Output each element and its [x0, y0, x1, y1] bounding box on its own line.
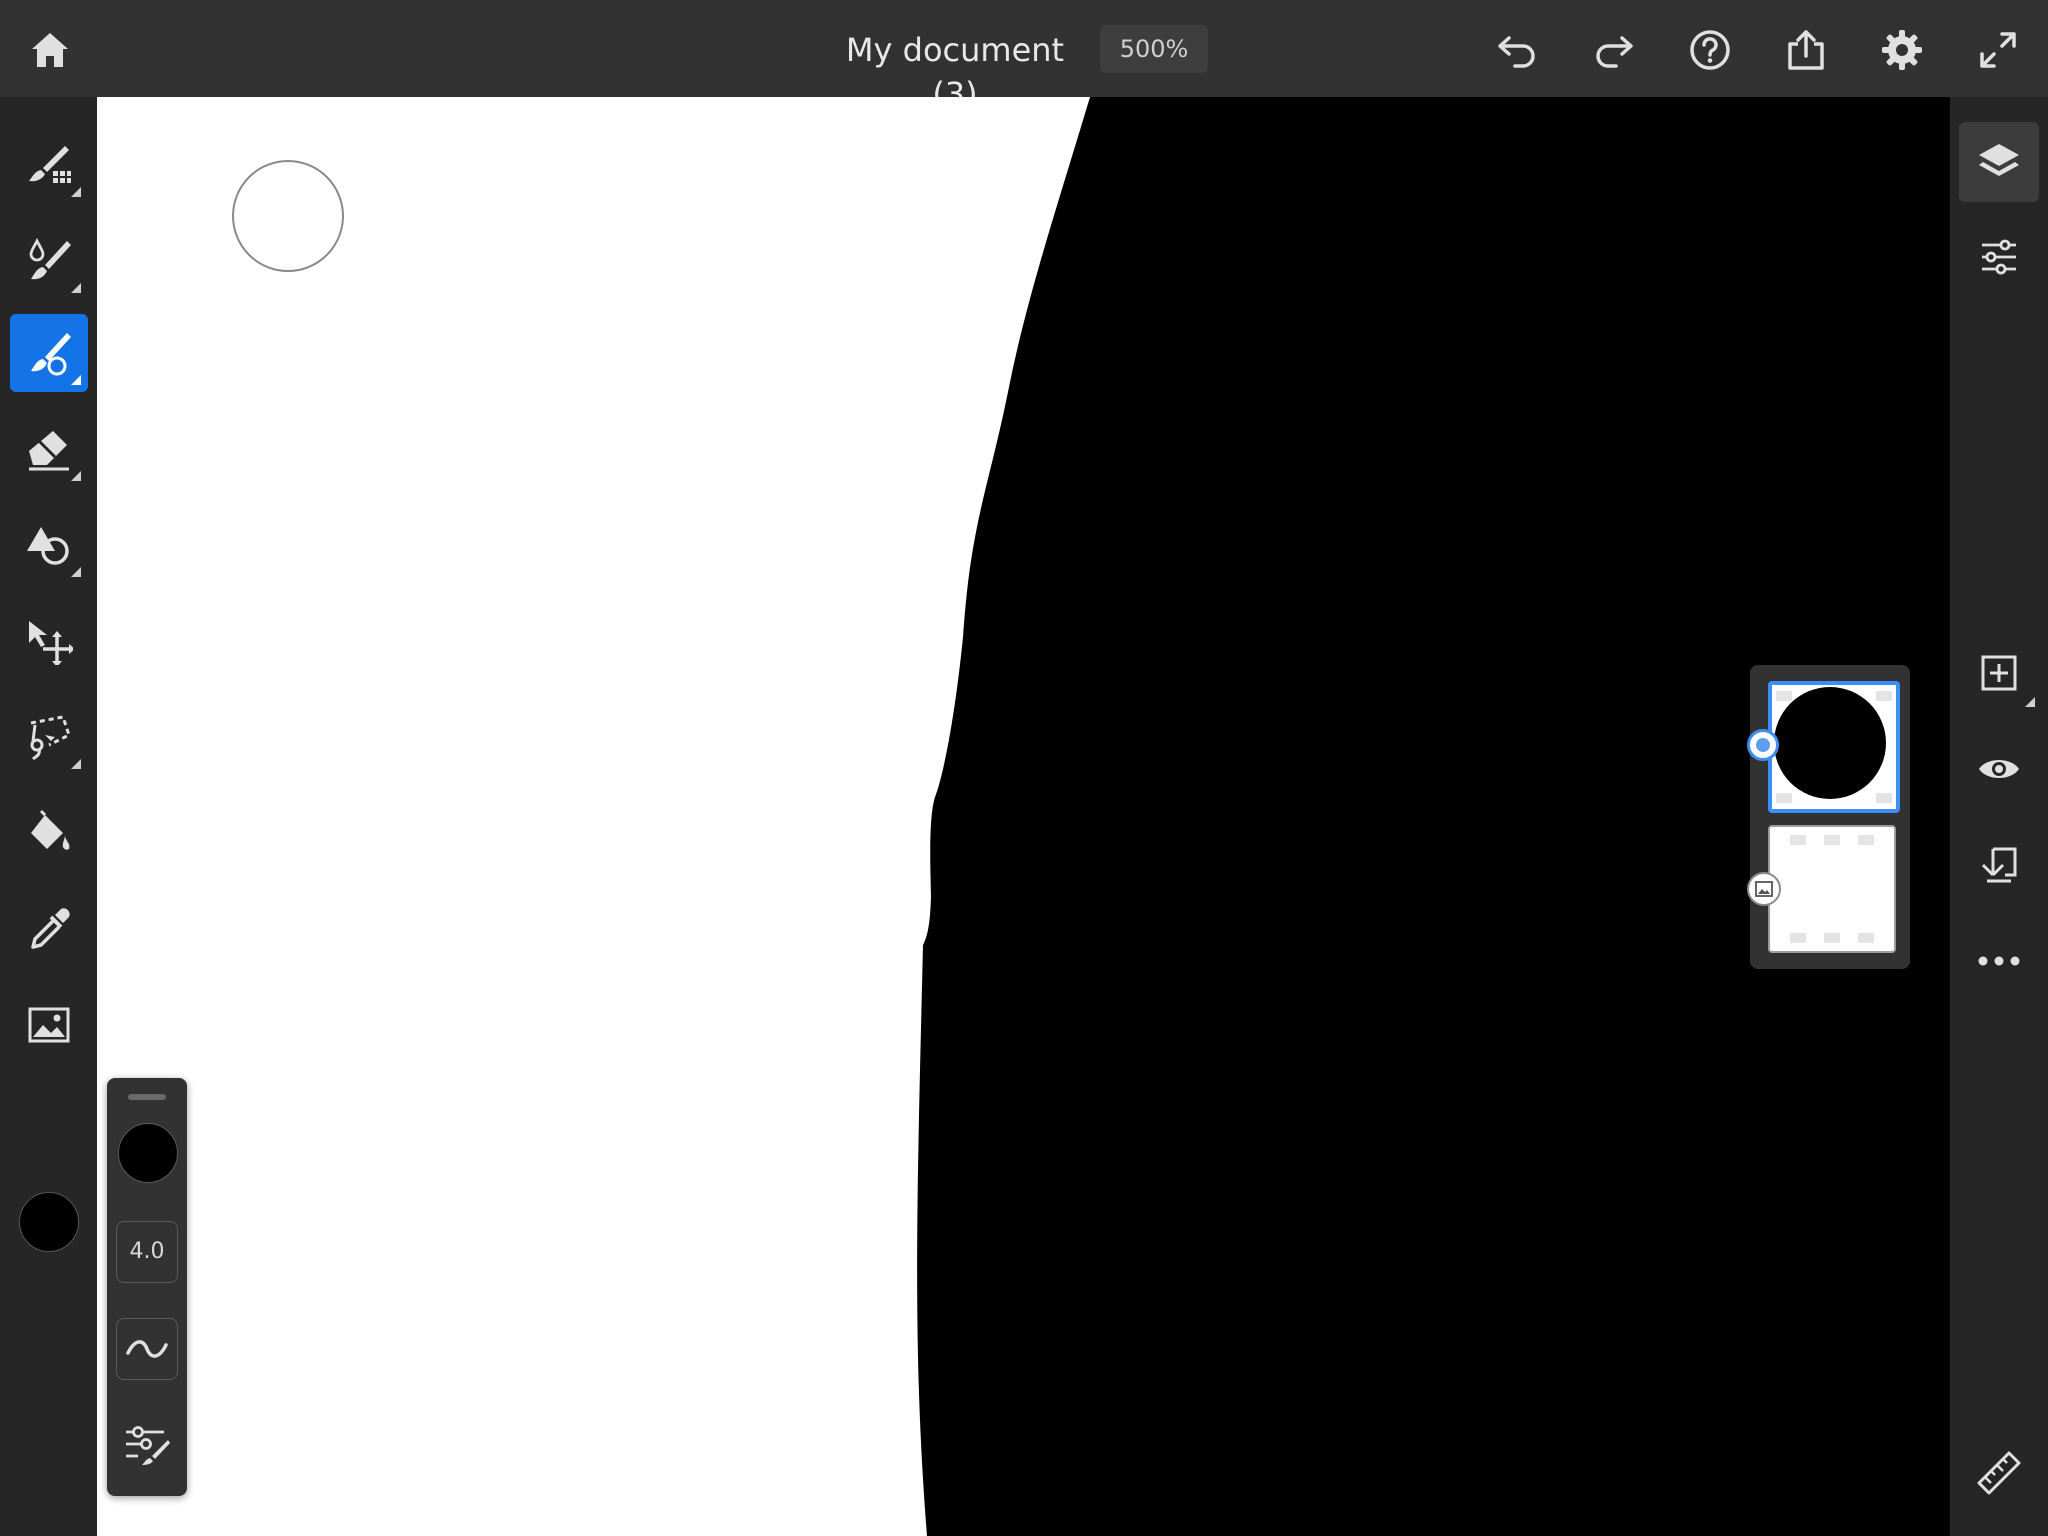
tool-submenu-indicator	[71, 187, 81, 197]
transparency-checker	[1776, 793, 1792, 803]
transparency-checker	[1824, 835, 1840, 845]
fullscreen-button[interactable]	[1970, 22, 2026, 78]
visibility-button[interactable]	[1959, 729, 2039, 809]
app-window: My document (3) 500% 4.0	[0, 0, 2048, 1536]
tool-submenu-indicator	[2025, 697, 2035, 707]
transparency-checker	[1790, 933, 1806, 943]
drawing-canvas[interactable]	[97, 97, 1950, 1536]
shapes-icon	[27, 527, 69, 565]
live-brush-tool[interactable]	[10, 314, 88, 392]
top-bar: My document (3) 500%	[0, 0, 2048, 113]
drag-handle[interactable]	[128, 1094, 166, 1100]
share-button[interactable]	[1778, 22, 1834, 78]
properties-icon	[1982, 239, 2016, 275]
fill-icon	[31, 809, 70, 850]
watercolor-brush-icon	[29, 237, 71, 280]
merge-down-icon	[1981, 847, 2017, 883]
brush-settings-icon	[126, 1426, 170, 1465]
share-icon	[1788, 30, 1824, 70]
brush-cursor	[232, 160, 344, 272]
pixel-brush-icon	[29, 146, 71, 183]
transparency-checker	[1858, 933, 1874, 943]
layers-button[interactable]	[1959, 122, 2039, 202]
layer-thumbnail-drawing[interactable]	[1768, 681, 1900, 813]
pixel-brush-tool[interactable]	[10, 126, 88, 204]
transparency-checker	[1824, 933, 1840, 943]
eraser-icon	[29, 431, 69, 471]
shapes-tool[interactable]	[10, 506, 88, 584]
zoom-level[interactable]: 500%	[1100, 25, 1208, 73]
brush-settings-button[interactable]	[116, 1414, 178, 1476]
live-brush-icon	[31, 333, 71, 376]
smoothing-icon	[126, 1340, 168, 1358]
transform-tool[interactable]	[10, 602, 88, 680]
ruler-button[interactable]	[1959, 1433, 2039, 1513]
eyedropper-icon	[31, 908, 70, 949]
tool-submenu-indicator	[71, 471, 81, 481]
tool-submenu-indicator	[71, 759, 81, 769]
more-options-button[interactable]	[1959, 921, 2039, 1001]
image-icon	[28, 1007, 70, 1043]
live-brush-dot-icon	[1756, 738, 1770, 752]
settings-button[interactable]	[1874, 22, 1930, 78]
image-layer-icon	[1755, 881, 1773, 897]
fullscreen-icon	[1980, 32, 2016, 68]
gear-icon	[1882, 30, 1922, 70]
right-toolbar	[1950, 97, 2048, 1536]
add-layer-button[interactable]	[1959, 633, 2039, 713]
more-icon	[1978, 956, 2020, 966]
tool-submenu-indicator	[71, 283, 81, 293]
layers-panel	[1747, 665, 1910, 969]
ruler-icon	[1977, 1451, 2021, 1495]
eyedropper-tool[interactable]	[10, 890, 88, 968]
eye-icon	[1979, 760, 2019, 778]
brush-color-swatch[interactable]	[118, 1123, 178, 1183]
place-image-tool[interactable]	[10, 986, 88, 1064]
transform-icon	[29, 621, 73, 665]
transparency-checker	[1858, 835, 1874, 845]
transparency-checker	[1876, 691, 1892, 701]
eraser-tool[interactable]	[10, 410, 88, 488]
lasso-icon	[30, 715, 71, 761]
transparency-checker	[1790, 835, 1806, 845]
smoothing-button[interactable]	[116, 1318, 178, 1380]
tool-submenu-indicator	[71, 567, 81, 577]
lasso-tool[interactable]	[10, 698, 88, 776]
layers-icon	[1979, 144, 2019, 176]
layer-properties-button[interactable]	[1959, 217, 2039, 297]
watercolor-brush-tool[interactable]	[10, 222, 88, 300]
undo-icon	[1498, 36, 1535, 68]
redo-icon	[1596, 36, 1633, 68]
fill-tool[interactable]	[10, 794, 88, 872]
home-icon	[32, 33, 68, 67]
undo-button[interactable]	[1489, 22, 1545, 78]
tool-submenu-indicator	[71, 375, 81, 385]
home-button[interactable]	[20, 22, 80, 78]
image-layer-badge	[1747, 872, 1781, 906]
help-icon	[1690, 30, 1730, 70]
color-swatch[interactable]	[19, 1192, 79, 1252]
canvas-artwork	[232, 97, 1950, 1536]
brush-size-button[interactable]: 4.0	[116, 1221, 178, 1283]
brush-properties-panel: 4.0	[107, 1078, 187, 1496]
merge-down-button[interactable]	[1959, 825, 2039, 905]
left-toolbar	[0, 97, 97, 1536]
live-brush-layer-badge	[1747, 729, 1779, 761]
add-layer-icon	[1981, 655, 2017, 691]
redo-button[interactable]	[1586, 22, 1642, 78]
layer-content-preview	[1774, 687, 1886, 799]
transparency-checker	[1876, 793, 1892, 803]
layer-thumbnail-background[interactable]	[1768, 825, 1896, 953]
help-button[interactable]	[1682, 22, 1738, 78]
transparency-checker	[1776, 691, 1792, 701]
